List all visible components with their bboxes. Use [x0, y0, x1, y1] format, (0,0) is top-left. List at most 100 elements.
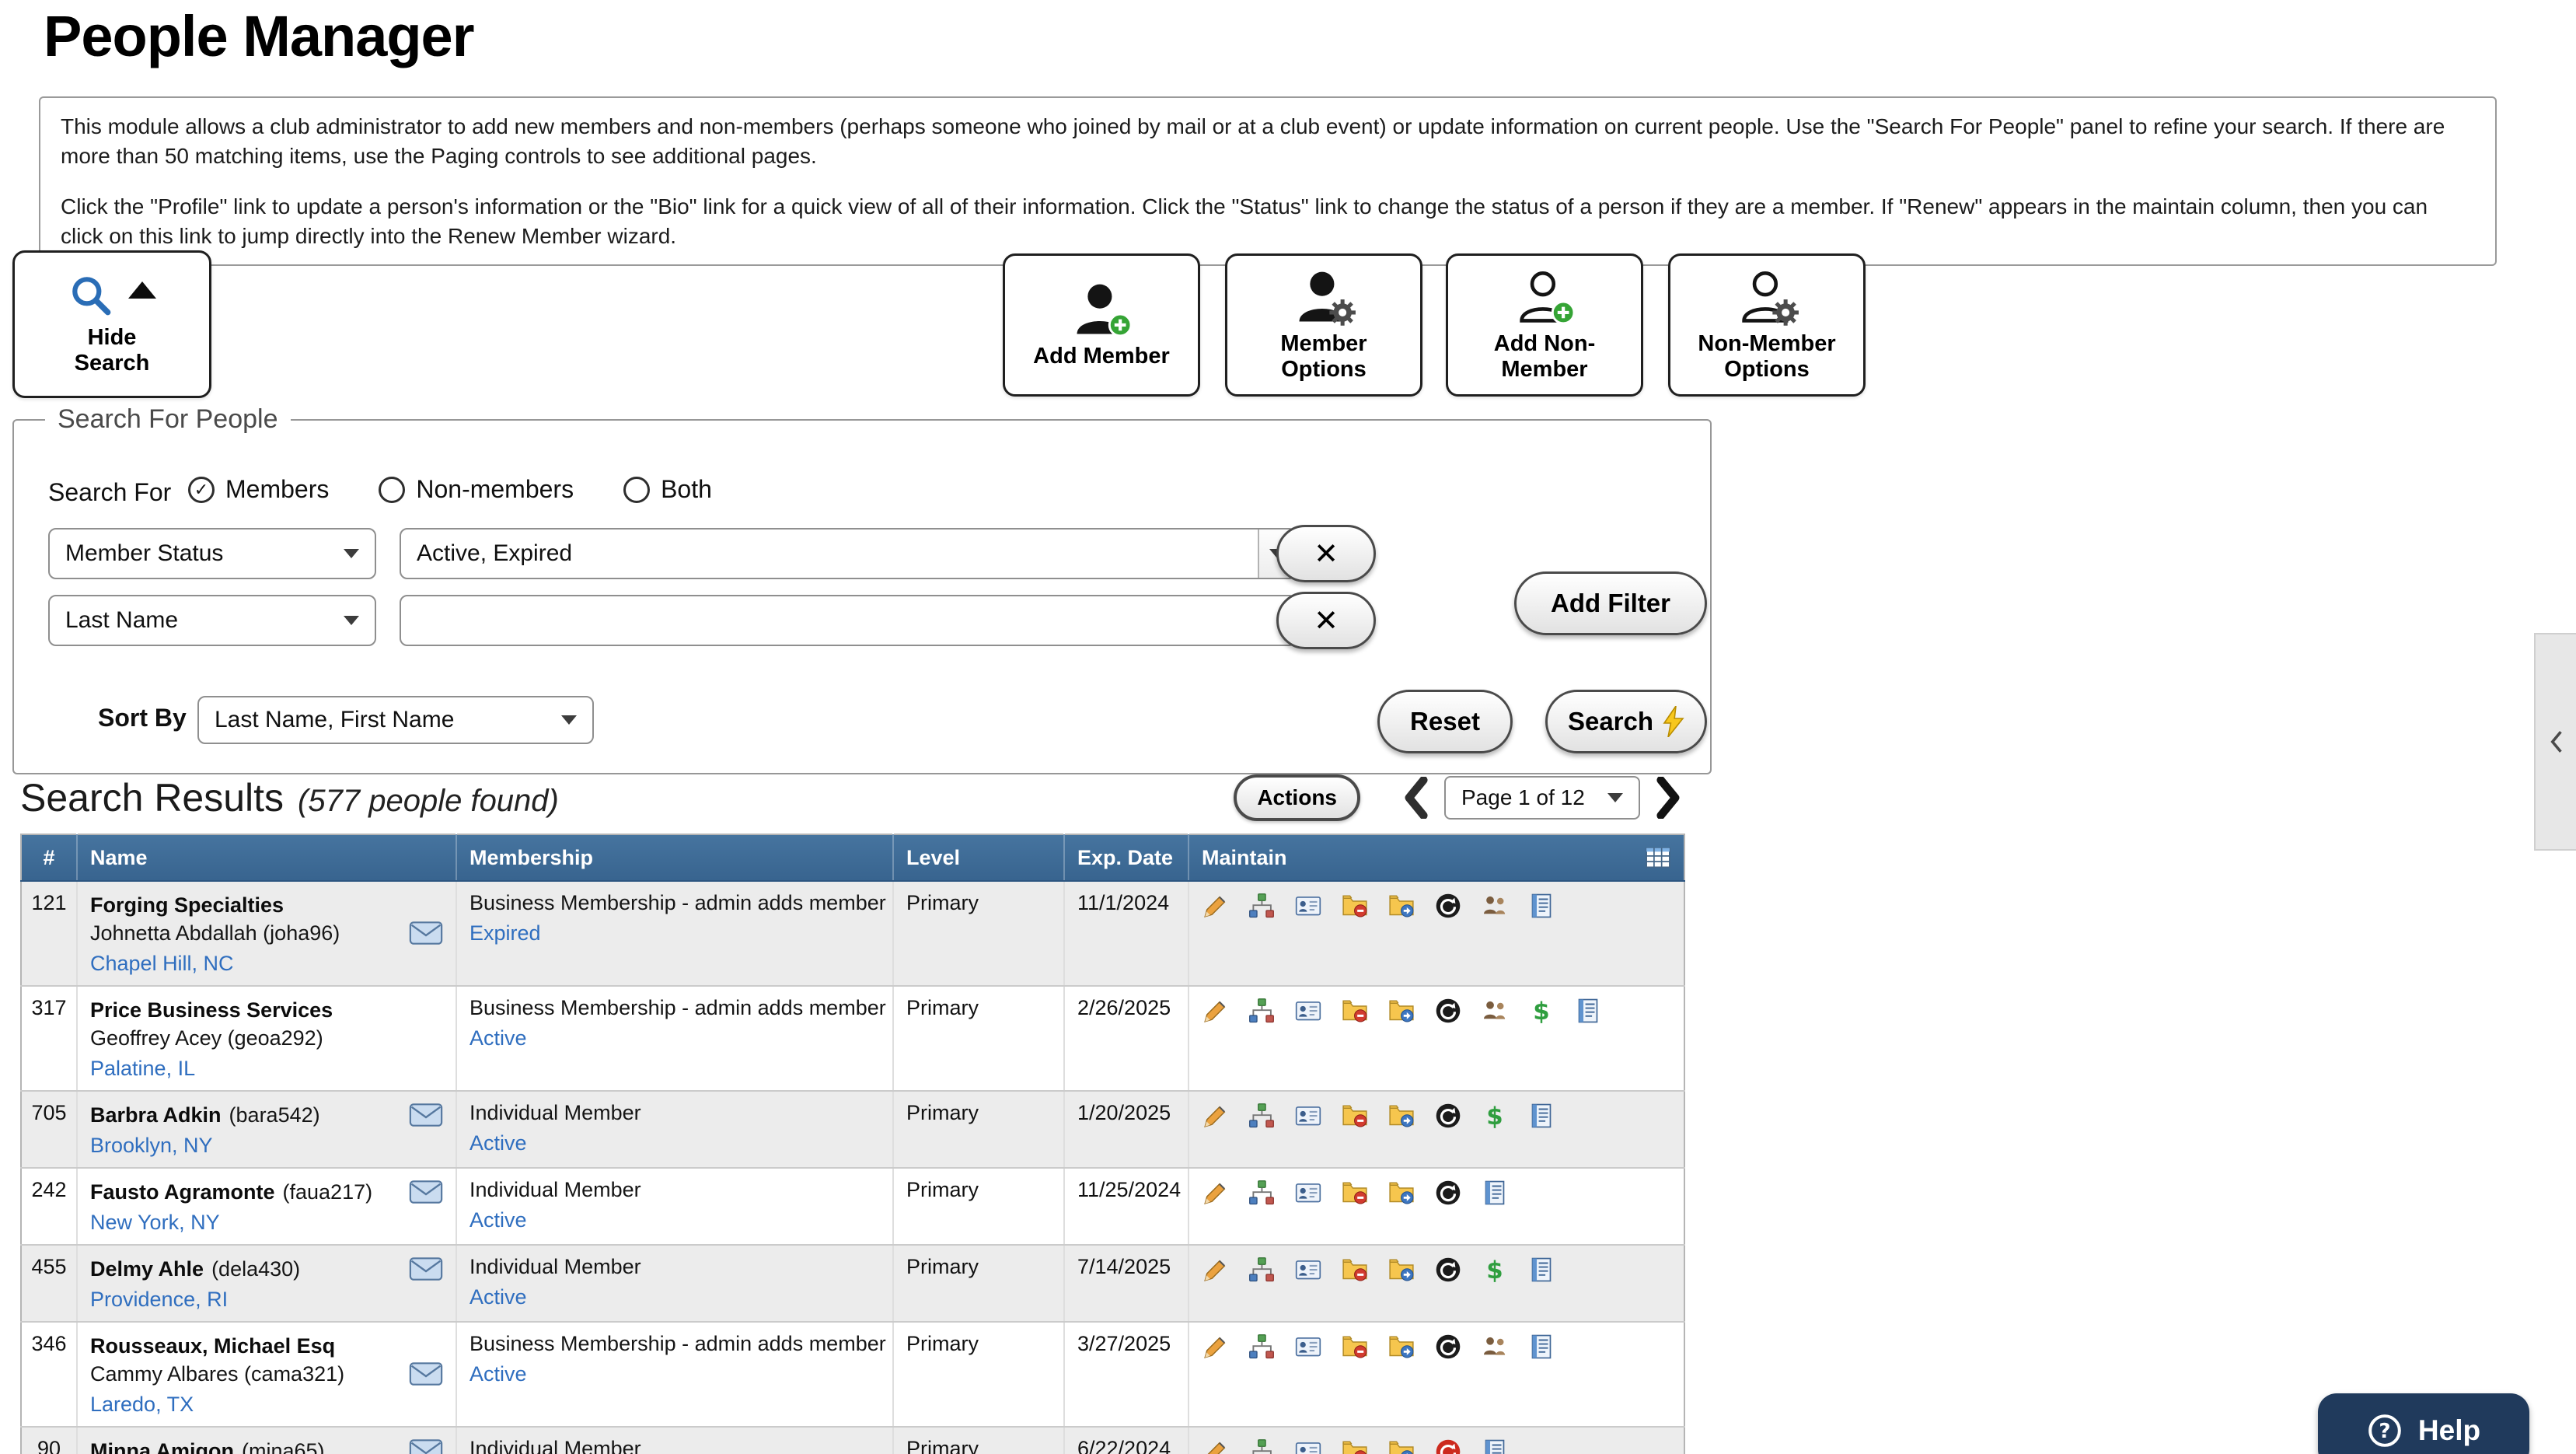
sort-by-select[interactable]: Last Name, First Name — [197, 696, 594, 744]
filter-value-select-1[interactable]: Active, Expired — [400, 528, 1297, 579]
radio-members[interactable]: ✓ Members — [188, 475, 329, 504]
search-button[interactable]: Search — [1545, 690, 1707, 753]
add-filter-button[interactable]: Add Filter — [1514, 571, 1707, 635]
mail-icon[interactable] — [409, 1257, 443, 1281]
grid-icon[interactable] — [1645, 844, 1671, 871]
collapse-panel-tab[interactable] — [2534, 633, 2576, 851]
renew-expired-icon[interactable] — [1435, 1438, 1461, 1454]
status-link[interactable]: Active — [469, 1026, 527, 1050]
status-link[interactable]: Expired — [469, 921, 541, 945]
page-select[interactable]: Page 1 of 12 — [1444, 776, 1640, 820]
renew-icon[interactable] — [1435, 893, 1461, 919]
edit-icon[interactable] — [1202, 1333, 1228, 1360]
folder-remove-icon[interactable] — [1342, 1333, 1368, 1360]
filter-value-input-2[interactable] — [400, 595, 1297, 646]
mail-icon[interactable] — [409, 1439, 443, 1454]
status-link[interactable]: Active — [469, 1131, 527, 1155]
status-link[interactable]: Active — [469, 1208, 527, 1232]
member-options-button[interactable]: Member Options — [1225, 253, 1422, 397]
ledger-icon[interactable] — [1528, 1103, 1555, 1129]
ledger-icon[interactable] — [1575, 998, 1601, 1024]
folder-remove-icon[interactable] — [1342, 998, 1368, 1024]
folder-transfer-icon[interactable] — [1388, 1438, 1415, 1454]
ledger-icon[interactable] — [1528, 1333, 1555, 1360]
folder-transfer-icon[interactable] — [1388, 1333, 1415, 1360]
radio-unselected-icon[interactable] — [623, 476, 651, 503]
mail-icon[interactable] — [409, 1180, 443, 1204]
remove-filter-button-2[interactable]: ✕ — [1276, 592, 1376, 649]
edit-icon[interactable] — [1202, 1438, 1228, 1454]
folder-transfer-icon[interactable] — [1388, 1180, 1415, 1206]
org-chart-icon[interactable] — [1248, 893, 1275, 919]
folder-remove-icon[interactable] — [1342, 1103, 1368, 1129]
billing-dollar-icon[interactable]: $ — [1482, 1103, 1508, 1129]
actions-button[interactable]: Actions — [1234, 774, 1360, 821]
filter-field-select-1[interactable]: Member Status — [48, 528, 376, 579]
profile-card-icon[interactable] — [1295, 1438, 1321, 1454]
household-icon[interactable] — [1482, 1333, 1508, 1360]
edit-icon[interactable] — [1202, 1180, 1228, 1206]
radio-both[interactable]: Both — [623, 475, 712, 504]
folder-transfer-icon[interactable] — [1388, 893, 1415, 919]
edit-icon[interactable] — [1202, 998, 1228, 1024]
profile-card-icon[interactable] — [1295, 1180, 1321, 1206]
org-chart-icon[interactable] — [1248, 998, 1275, 1024]
prev-page-icon[interactable] — [1401, 777, 1430, 819]
radio-selected-icon[interactable]: ✓ — [188, 476, 215, 503]
renew-icon[interactable] — [1435, 1333, 1461, 1360]
profile-card-icon[interactable] — [1295, 1257, 1321, 1283]
folder-remove-icon[interactable] — [1342, 1257, 1368, 1283]
next-page-icon[interactable] — [1654, 777, 1684, 819]
edit-icon[interactable] — [1202, 893, 1228, 919]
renew-icon[interactable] — [1435, 1103, 1461, 1129]
profile-card-icon[interactable] — [1295, 893, 1321, 919]
filter-field-select-2[interactable]: Last Name — [48, 595, 376, 646]
non-member-options-button[interactable]: Non-Member Options — [1668, 253, 1866, 397]
status-link[interactable]: Active — [469, 1362, 527, 1386]
edit-icon[interactable] — [1202, 1103, 1228, 1129]
org-chart-icon[interactable] — [1248, 1438, 1275, 1454]
billing-dollar-icon[interactable]: $ — [1528, 998, 1555, 1024]
hide-search-button[interactable]: Hide Search — [12, 250, 211, 398]
mail-icon[interactable] — [409, 1362, 443, 1386]
household-icon[interactable] — [1482, 998, 1508, 1024]
location-link[interactable]: Palatine, IL — [90, 1057, 195, 1081]
folder-transfer-icon[interactable] — [1388, 1257, 1415, 1283]
renew-icon[interactable] — [1435, 1257, 1461, 1283]
org-chart-icon[interactable] — [1248, 1180, 1275, 1206]
ledger-icon[interactable] — [1528, 893, 1555, 919]
reset-button[interactable]: Reset — [1377, 690, 1513, 753]
billing-dollar-icon[interactable]: $ — [1482, 1257, 1508, 1283]
location-link[interactable]: Brooklyn, NY — [90, 1134, 213, 1158]
profile-card-icon[interactable] — [1295, 998, 1321, 1024]
renew-icon[interactable] — [1435, 1180, 1461, 1206]
folder-remove-icon[interactable] — [1342, 893, 1368, 919]
profile-card-icon[interactable] — [1295, 1333, 1321, 1360]
folder-transfer-icon[interactable] — [1388, 1103, 1415, 1129]
org-chart-icon[interactable] — [1248, 1257, 1275, 1283]
folder-transfer-icon[interactable] — [1388, 998, 1415, 1024]
ledger-icon[interactable] — [1482, 1180, 1508, 1206]
ledger-icon[interactable] — [1528, 1257, 1555, 1283]
org-chart-icon[interactable] — [1248, 1333, 1275, 1360]
radio-unselected-icon[interactable] — [379, 476, 406, 503]
profile-card-icon[interactable] — [1295, 1103, 1321, 1129]
location-link[interactable]: Providence, RI — [90, 1288, 228, 1312]
status-link[interactable]: Active — [469, 1285, 527, 1309]
org-chart-icon[interactable] — [1248, 1103, 1275, 1129]
location-link[interactable]: Laredo, TX — [90, 1393, 194, 1417]
folder-remove-icon[interactable] — [1342, 1438, 1368, 1454]
folder-remove-icon[interactable] — [1342, 1180, 1368, 1206]
location-link[interactable]: Chapel Hill, NC — [90, 952, 234, 976]
help-button[interactable]: ? Help — [2318, 1393, 2529, 1454]
renew-icon[interactable] — [1435, 998, 1461, 1024]
mail-icon[interactable] — [409, 1103, 443, 1127]
edit-icon[interactable] — [1202, 1257, 1228, 1283]
mail-icon[interactable] — [409, 921, 443, 945]
remove-filter-button-1[interactable]: ✕ — [1276, 525, 1376, 582]
ledger-icon[interactable] — [1482, 1438, 1508, 1454]
add-member-button[interactable]: Add Member — [1003, 253, 1200, 397]
add-non-member-button[interactable]: Add Non-Member — [1446, 253, 1643, 397]
location-link[interactable]: New York, NY — [90, 1211, 220, 1235]
radio-non-members[interactable]: Non-members — [379, 475, 574, 504]
